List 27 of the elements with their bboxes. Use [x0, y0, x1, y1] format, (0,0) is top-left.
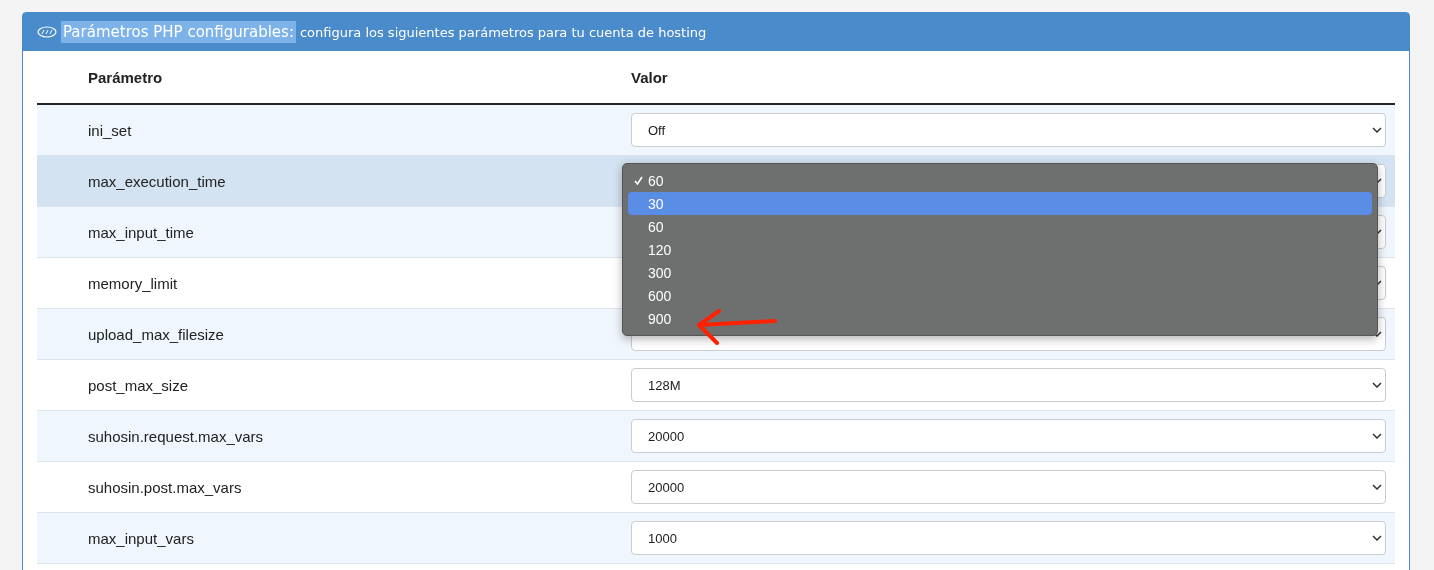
- value-select[interactable]: 128M: [631, 368, 1386, 402]
- value-select[interactable]: Off: [631, 113, 1386, 147]
- value-select[interactable]: 20000: [631, 470, 1386, 504]
- dropdown-option[interactable]: 300: [628, 261, 1372, 284]
- dropdown-option[interactable]: 60: [628, 215, 1372, 238]
- parameter-name: max_execution_time: [88, 172, 226, 190]
- column-header: Parámetro: [88, 68, 163, 86]
- panel-title: Parámetros PHP configurables:: [61, 21, 296, 43]
- parameter-name: max_input_vars: [88, 529, 194, 547]
- dropdown-option[interactable]: 120: [628, 238, 1372, 261]
- value-select[interactable]: 1000: [631, 521, 1386, 555]
- dropdown-option[interactable]: 900: [628, 307, 1372, 330]
- parameter-name: upload_max_filesize: [88, 325, 224, 343]
- parameter-name: max_input_time: [88, 223, 194, 241]
- dropdown-option[interactable]: 600: [628, 284, 1372, 307]
- value-select[interactable]: 20000: [631, 419, 1386, 453]
- parameter-name: post_max_size: [88, 376, 189, 394]
- table-row[interactable]: ini_set Off: [37, 105, 1395, 156]
- table-row[interactable]: suhosin.request.max_vars 20000: [37, 411, 1395, 462]
- parameter-name: memory_limit: [88, 274, 178, 292]
- parameter-name: suhosin.request.max_vars: [88, 427, 264, 445]
- panel-subtitle: configura los siguientes parámetros para tu cuenta de hosting: [299, 24, 707, 40]
- table-row[interactable]: max_input_vars 1000: [37, 513, 1395, 564]
- dropdown-option[interactable]: 60: [628, 169, 1372, 192]
- parameter-name: suhosin.post.max_vars: [88, 478, 242, 496]
- parameter-name: ini_set: [88, 121, 132, 139]
- column-header: Valor: [631, 68, 668, 86]
